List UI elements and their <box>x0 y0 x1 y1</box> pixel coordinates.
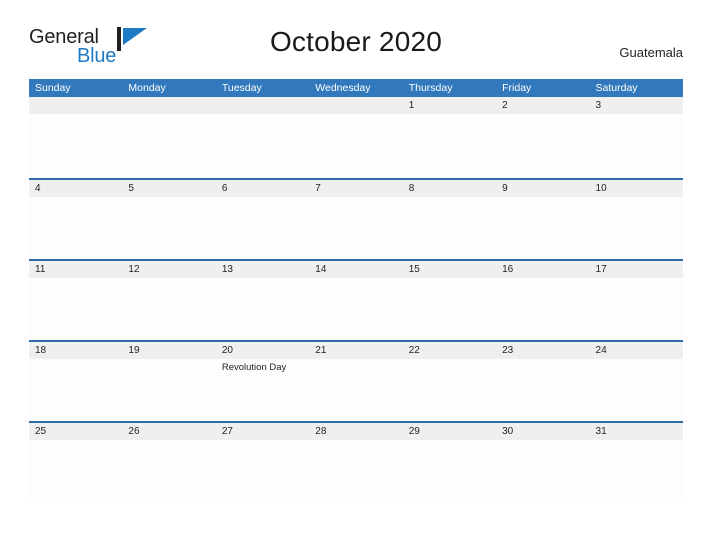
day-event <box>216 114 309 176</box>
day-event <box>496 359 589 421</box>
week-date-band: 25 26 27 28 29 30 31 <box>29 423 683 440</box>
day-number[interactable]: 4 <box>29 180 122 197</box>
day-number[interactable]: 7 <box>309 180 402 197</box>
day-event <box>496 114 589 176</box>
day-number[interactable]: 26 <box>122 423 215 440</box>
week-row: 4 5 6 7 8 9 10 <box>29 178 683 259</box>
week-date-band: 18 19 20 21 22 23 24 <box>29 342 683 359</box>
day-number[interactable]: 6 <box>216 180 309 197</box>
day-number[interactable]: 12 <box>122 261 215 278</box>
day-number[interactable]: 24 <box>590 342 683 359</box>
day-event <box>216 440 309 502</box>
day-event <box>122 197 215 259</box>
day-event <box>309 197 402 259</box>
week-event-body: Revolution Day <box>29 359 683 421</box>
day-event <box>590 114 683 176</box>
week-event-body <box>29 440 683 502</box>
weekday-header-tuesday: Tuesday <box>221 82 262 94</box>
day-number[interactable]: 1 <box>403 97 496 114</box>
day-event <box>590 197 683 259</box>
day-number[interactable]: 25 <box>29 423 122 440</box>
day-number[interactable]: 27 <box>216 423 309 440</box>
week-row: 18 19 20 21 22 23 24 Revolution Day <box>29 340 683 421</box>
weekday-header-friday: Friday <box>502 82 532 94</box>
day-event <box>496 197 589 259</box>
day-number[interactable]: 2 <box>496 97 589 114</box>
week-row: 11 12 13 14 15 16 17 <box>29 259 683 340</box>
day-event <box>122 359 215 421</box>
day-event <box>29 197 122 259</box>
day-event <box>309 359 402 421</box>
week-date-band: 11 12 13 14 15 16 17 <box>29 261 683 278</box>
week-event-body <box>29 114 683 176</box>
country-label: Guatemala <box>619 45 683 60</box>
day-number[interactable]: 23 <box>496 342 589 359</box>
day-number[interactable]: 18 <box>29 342 122 359</box>
day-event <box>590 359 683 421</box>
week-row: 1 2 3 <box>29 97 683 178</box>
week-date-band: 4 5 6 7 8 9 10 <box>29 180 683 197</box>
day-event <box>29 114 122 176</box>
day-number[interactable]: 20 <box>216 342 309 359</box>
day-event <box>216 197 309 259</box>
day-number[interactable]: 14 <box>309 261 402 278</box>
day-event <box>122 114 215 176</box>
day-event <box>496 440 589 502</box>
weekday-header-wednesday: Wednesday <box>315 82 371 94</box>
day-number[interactable]: 11 <box>29 261 122 278</box>
calendar-grid: Sunday Monday Tuesday Wednesday Thursday… <box>29 79 683 502</box>
day-number[interactable]: 9 <box>496 180 589 197</box>
day-number[interactable]: 19 <box>122 342 215 359</box>
day-number[interactable]: 3 <box>590 97 683 114</box>
day-number[interactable]: 5 <box>122 180 215 197</box>
day-event <box>590 278 683 340</box>
day-number[interactable] <box>216 97 309 114</box>
page-title: October 2020 <box>269 26 443 57</box>
weekday-header-sunday: Sunday <box>35 82 71 94</box>
weekday-header-saturday: Saturday <box>595 82 638 94</box>
day-number[interactable]: 21 <box>309 342 402 359</box>
day-event <box>403 440 496 502</box>
day-event <box>216 278 309 340</box>
weekday-header-row: Sunday Monday Tuesday Wednesday Thursday… <box>29 79 683 97</box>
day-number[interactable] <box>29 97 122 114</box>
day-event <box>403 197 496 259</box>
day-number[interactable] <box>122 97 215 114</box>
week-event-body <box>29 278 683 340</box>
day-event <box>29 278 122 340</box>
day-number[interactable]: 13 <box>216 261 309 278</box>
day-event <box>122 278 215 340</box>
day-event <box>29 359 122 421</box>
week-row: 25 26 27 28 29 30 31 <box>29 421 683 502</box>
day-event <box>309 114 402 176</box>
day-event <box>403 278 496 340</box>
day-event <box>403 359 496 421</box>
weekday-header-monday: Monday <box>128 82 166 94</box>
day-event <box>29 440 122 502</box>
day-number[interactable] <box>309 97 402 114</box>
day-event <box>309 440 402 502</box>
day-event <box>122 440 215 502</box>
day-event <box>496 278 589 340</box>
page-header: General Blue October 2020 Guatemala <box>0 0 712 72</box>
day-event-revolution-day: Revolution Day <box>221 362 287 373</box>
day-number[interactable]: 17 <box>590 261 683 278</box>
week-date-band: 1 2 3 <box>29 97 683 114</box>
day-number[interactable]: 29 <box>403 423 496 440</box>
day-number[interactable]: 8 <box>403 180 496 197</box>
day-number[interactable]: 15 <box>403 261 496 278</box>
weekday-header-thursday: Thursday <box>408 82 453 94</box>
day-event <box>403 114 496 176</box>
day-number[interactable]: 16 <box>496 261 589 278</box>
day-number[interactable]: 30 <box>496 423 589 440</box>
day-event <box>590 440 683 502</box>
day-number[interactable]: 31 <box>590 423 683 440</box>
week-event-body <box>29 197 683 259</box>
day-number[interactable]: 28 <box>309 423 402 440</box>
day-number[interactable]: 22 <box>403 342 496 359</box>
day-number[interactable]: 10 <box>590 180 683 197</box>
day-event <box>309 278 402 340</box>
